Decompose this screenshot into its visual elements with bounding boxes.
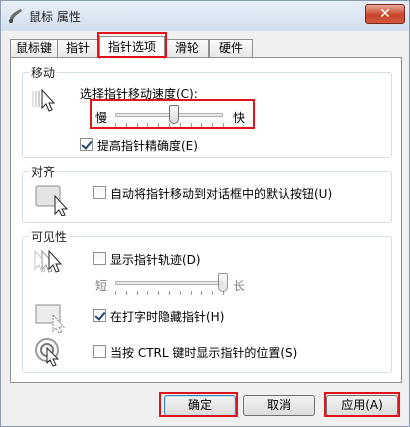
slider-tick — [125, 291, 127, 295]
window-title: 鼠标 属性 — [29, 10, 81, 24]
hide-while-typing-checkbox[interactable] — [93, 309, 106, 322]
slider-tick — [169, 291, 170, 295]
hide-while-typing-icon — [35, 304, 66, 333]
trail-length-slider-track[interactable] — [115, 281, 223, 285]
group-title: 可见性 — [29, 228, 70, 245]
slider-tick — [147, 291, 149, 295]
close-button[interactable]: ✕ — [365, 4, 405, 24]
mouse-icon — [9, 9, 22, 23]
apply-highlight — [324, 392, 400, 417]
tab-pointers[interactable]: 指针 — [57, 39, 99, 58]
slider-tick — [179, 291, 181, 295]
pointer-trails-checkbox[interactable] — [93, 252, 106, 265]
tab-label: 硬件 — [218, 41, 243, 55]
cancel-button[interactable]: 取消 — [243, 395, 315, 416]
tab-strip: 鼠标键 指针 指针选项 滑轮 硬件 — [10, 36, 402, 59]
snap-to-label: 自动将指针移动到对话框中的默认按钮(U) — [110, 187, 333, 201]
slider-tick — [212, 291, 214, 295]
cancel-label: 取消 — [266, 398, 291, 412]
snap-to-group: 对齐 自动将指针移动到对话框中的默认按钮(U) — [22, 163, 392, 223]
close-icon: ✕ — [379, 6, 391, 22]
mouse-properties-window: 鼠标 属性 ✕ 鼠标键 指针 指针选项 滑轮 硬件 移动 选择指针移动速度(C)… — [0, 0, 410, 427]
ok-highlight — [159, 392, 238, 417]
pointer-trails-icon — [34, 249, 63, 273]
pointer-speed-icon — [32, 88, 56, 112]
short-label: 短 — [95, 279, 108, 293]
tab-panel: 移动 选择指针移动速度(C): 慢 快 提高指针精确度(E) 对齐 自动将指针移… — [10, 57, 402, 383]
locate-pointer-icon — [35, 338, 60, 367]
tab-label: 指针 — [65, 41, 90, 55]
trail-length-slider-thumb[interactable] — [218, 273, 228, 292]
locate-pointer-label: 当按 CTRL 键时显示指针的位置(S) — [110, 346, 298, 360]
visibility-group: 可见性 显示指针轨迹(D) 短 长 在打字时隐藏指针(H) 当按 CTRL 键时… — [22, 228, 392, 373]
precision-label: 提高指针精确度(E) — [97, 139, 198, 153]
slider-tick — [201, 291, 203, 295]
speed-highlight — [90, 99, 255, 129]
tab-wheel[interactable]: 滑轮 — [165, 39, 209, 58]
tab-hardware[interactable]: 硬件 — [209, 39, 253, 58]
long-label: 长 — [233, 279, 246, 293]
slider-tick — [115, 291, 116, 295]
slider-tick — [190, 291, 192, 295]
group-title: 对齐 — [29, 163, 58, 180]
locate-pointer-checkbox[interactable] — [93, 345, 106, 358]
tab-label: 滑轮 — [174, 41, 199, 55]
tab-buttons[interactable]: 鼠标键 — [10, 39, 58, 58]
group-title: 移动 — [29, 64, 58, 81]
pointer-trails-label: 显示指针轨迹(D) — [110, 253, 201, 267]
snap-to-default-icon — [35, 185, 69, 216]
title-bar: 鼠标 属性 ✕ — [1, 1, 409, 31]
slider-tick — [158, 291, 160, 295]
precision-checkbox[interactable] — [80, 138, 93, 151]
hide-while-typing-label: 在打字时隐藏指针(H) — [110, 310, 225, 324]
tab-label: 鼠标键 — [15, 41, 52, 55]
tab-highlight — [97, 32, 167, 58]
snap-to-checkbox[interactable] — [93, 186, 106, 199]
slider-tick — [136, 291, 138, 295]
